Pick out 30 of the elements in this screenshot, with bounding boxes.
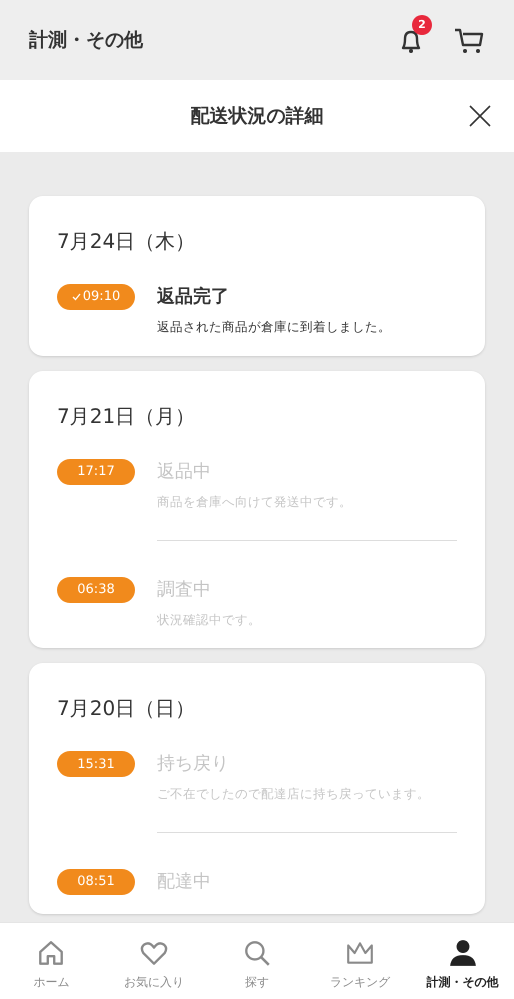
time-text: 17:17 xyxy=(77,463,115,481)
tab-item[interactable]: お気に入り xyxy=(102,923,206,999)
status-title: 持ち戻り xyxy=(157,752,230,776)
tab-item[interactable]: ランキング xyxy=(308,923,412,999)
time-text: 08:51 xyxy=(77,873,115,892)
check-icon xyxy=(72,293,81,301)
tab-item[interactable]: 探す xyxy=(206,923,308,999)
date-heading: 7月21日（月） xyxy=(57,402,196,430)
status-description: 状況確認中です。 xyxy=(157,610,261,628)
status-title: 調査中 xyxy=(157,578,212,602)
time-text: 06:38 xyxy=(77,580,115,599)
tab-item[interactable]: 計測・その他 xyxy=(411,923,514,999)
close-button[interactable] xyxy=(468,104,492,128)
close-icon xyxy=(468,104,492,128)
notification-badge: 2 xyxy=(412,15,432,35)
modal-title: 配送状況の詳細 xyxy=(190,104,324,129)
time-text: 15:31 xyxy=(77,756,115,774)
status-title: 返品中 xyxy=(157,460,212,484)
notification-button[interactable]: 2 xyxy=(396,15,432,55)
person-icon xyxy=(448,938,478,968)
time-text: 09:10 xyxy=(82,288,120,306)
status-title: 配達中 xyxy=(157,870,211,894)
date-heading: 7月24日（木） xyxy=(57,228,196,255)
tab-item[interactable]: ホーム xyxy=(0,923,103,999)
status-description: 返品された商品が倉庫に到着しました。 xyxy=(157,318,391,336)
status-description: 商品を倉庫へ向けて発送中です。 xyxy=(157,492,352,511)
status-title: 返品完了 xyxy=(157,285,230,309)
status-description: ご不在でしたので配達店に持ち戻っています。 xyxy=(157,785,430,804)
date-heading: 7月20日（日） xyxy=(57,695,196,722)
header-title: 計測・その他 xyxy=(29,28,144,53)
